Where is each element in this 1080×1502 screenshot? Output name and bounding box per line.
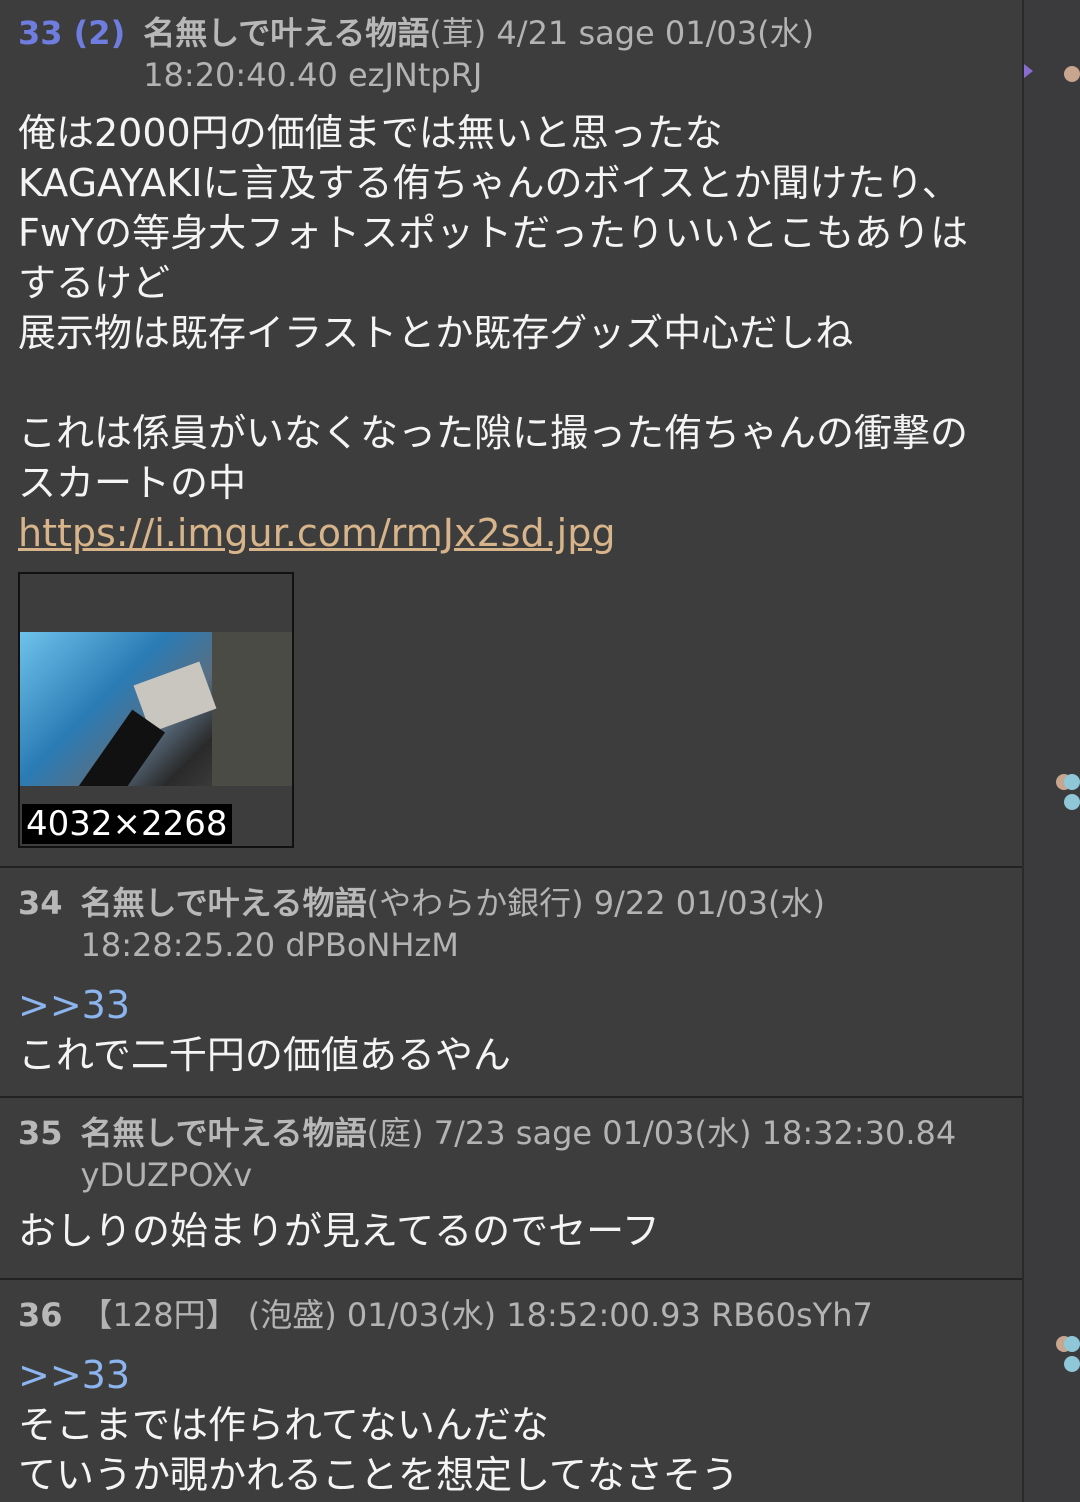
reply-marker-icon[interactable] bbox=[1064, 1356, 1080, 1372]
image-link[interactable]: https://i.imgur.com/rmJx2sd.jpg bbox=[18, 508, 1004, 558]
thumbnail-photo[interactable] bbox=[20, 632, 292, 786]
post-meta-text: (やわらか銀行) 9/22 01/03(水) bbox=[366, 884, 825, 922]
post-meta-text: (茸) 4/21 sage 01/03(水) bbox=[429, 14, 815, 52]
post-number[interactable]: 34 bbox=[18, 882, 63, 966]
post-meta-text: (庭) 7/23 sage 01/03(水) 18:32:30.84 bbox=[366, 1114, 957, 1152]
post-number[interactable]: 36 bbox=[18, 1294, 63, 1336]
poster-name: 名無しで叶える物語 bbox=[80, 1114, 367, 1152]
reply-anchor[interactable]: >>33 bbox=[18, 1350, 1004, 1400]
post-header: 33 (2) 名無しで叶える物語(茸) 4/21 sage 01/03(水) 1… bbox=[18, 12, 1004, 96]
post-meta-line2: yDUZPOXv bbox=[80, 1156, 253, 1194]
post-meta: 名無しで叶える物語(庭) 7/23 sage 01/03(水) 18:32:30… bbox=[81, 1112, 1004, 1196]
reply-anchor[interactable]: >>33 bbox=[18, 980, 1004, 1030]
post-meta: 名無しで叶える物語(茸) 4/21 sage 01/03(水) 18:20:40… bbox=[143, 12, 1004, 96]
poster-name: 名無しで叶える物語 bbox=[143, 14, 430, 52]
post-header: 34 名無しで叶える物語(やわらか銀行) 9/22 01/03(水) 18:28… bbox=[18, 882, 1004, 966]
post-header: 35 名無しで叶える物語(庭) 7/23 sage 01/03(水) 18:32… bbox=[18, 1112, 1004, 1196]
reply-tree-rail[interactable] bbox=[1024, 0, 1080, 1502]
post-body: おしりの始まりが見えてるのでセーフ bbox=[18, 1209, 660, 1253]
post-meta-text: 【128円】 (泡盛) 01/03(水) 18:52:00.93 RB60sYh… bbox=[80, 1296, 873, 1334]
reply-marker-icon[interactable] bbox=[1064, 774, 1080, 790]
post-body: これで二千円の価値あるやん bbox=[18, 1033, 511, 1077]
post-meta: 【128円】 (泡盛) 01/03(水) 18:52:00.93 RB60sYh… bbox=[81, 1294, 1004, 1336]
image-thumbnail[interactable]: 4032×2268 bbox=[18, 572, 294, 848]
image-size-label: 4032×2268 bbox=[22, 804, 232, 844]
poster-name: 名無しで叶える物語 bbox=[80, 884, 367, 922]
thread-list: 33 (2) 名無しで叶える物語(茸) 4/21 sage 01/03(水) 1… bbox=[0, 0, 1024, 1502]
post-number[interactable]: 35 bbox=[18, 1112, 63, 1196]
post-34: 34 名無しで叶える物語(やわらか銀行) 9/22 01/03(水) 18:28… bbox=[0, 868, 1022, 1098]
reply-marker-icon[interactable] bbox=[1064, 794, 1080, 810]
post-body: 俺は2000円の価値までは無いと思ったな KAGAYAKIに言及する侑ちゃんのボ… bbox=[18, 111, 969, 505]
reply-marker-icon[interactable] bbox=[1064, 66, 1080, 82]
post-36: 36 【128円】 (泡盛) 01/03(水) 18:52:00.93 RB60… bbox=[0, 1280, 1022, 1500]
post-35: 35 名無しで叶える物語(庭) 7/23 sage 01/03(水) 18:32… bbox=[0, 1098, 1022, 1280]
post-meta-line2: 18:20:40.40 ezJNtpRJ bbox=[143, 56, 483, 94]
post-33: 33 (2) 名無しで叶える物語(茸) 4/21 sage 01/03(水) 1… bbox=[0, 0, 1022, 868]
post-body: そこまでは作られてないんだな ていうか覗かれることを想定してなさそう bbox=[18, 1403, 739, 1497]
post-meta: 名無しで叶える物語(やわらか銀行) 9/22 01/03(水) 18:28:25… bbox=[81, 882, 1004, 966]
reply-marker-icon[interactable] bbox=[1064, 1336, 1080, 1352]
post-number[interactable]: 33 (2) bbox=[18, 12, 125, 96]
post-meta-line2: 18:28:25.20 dPBoNHzM bbox=[80, 926, 459, 964]
post-header: 36 【128円】 (泡盛) 01/03(水) 18:52:00.93 RB60… bbox=[18, 1294, 1004, 1336]
collapse-arrow-icon[interactable] bbox=[1024, 64, 1033, 78]
